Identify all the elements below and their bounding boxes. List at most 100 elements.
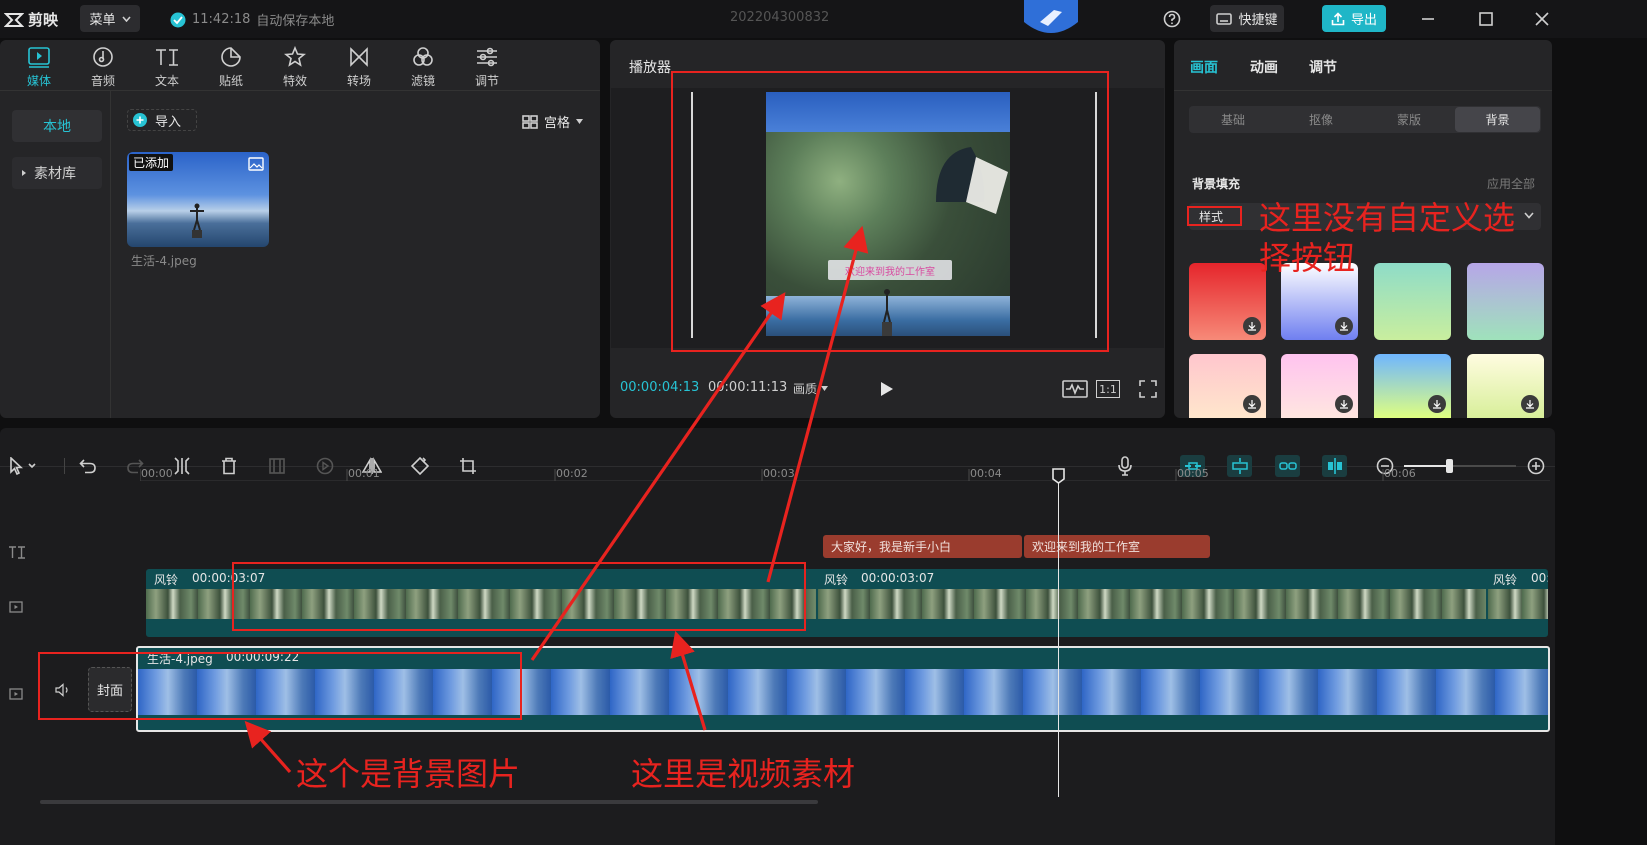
select-tool[interactable] [6,455,40,477]
menu-button[interactable]: 菜单 [80,5,140,32]
annotation-box-player [671,71,1109,352]
text-icon [156,49,178,66]
video-clip-name: 风铃 [154,573,179,587]
close-icon[interactable] [1535,12,1549,26]
tab-text[interactable]: 文本 [139,46,195,94]
check-circle-icon [170,12,186,27]
caret-right-icon [22,170,26,176]
video-clip-duration: 00: [1531,571,1548,585]
download-icon [1340,400,1348,409]
annotation-video-material: 这里是视频素材 [631,755,856,793]
view-mode-button[interactable]: 宫格 [522,112,584,131]
shortcut-button[interactable]: 快捷键 [1210,5,1284,32]
waveform-icon[interactable] [1062,380,1088,398]
chevron-down-icon [121,15,131,22]
video-thumbnails [818,589,1486,619]
filter-icon [413,47,433,66]
tab-text-label: 文本 [154,74,179,88]
tab-media-label: 媒体 [26,74,51,88]
caret-down-icon [821,386,829,391]
video-clip[interactable]: 风铃 00: [1488,569,1548,637]
video-clip-duration: 00:00:03:07 [861,571,935,585]
capcut-logo-icon [4,12,24,27]
subtab-background[interactable]: 背景 [1455,107,1540,132]
keyboard-icon [1216,12,1233,25]
bg-style-tile[interactable] [1281,354,1358,418]
import-button[interactable]: 导入 [127,109,197,131]
tab-effects[interactable]: 特效 [267,46,323,94]
tab-adjust-label: 调节 [474,74,499,88]
player-title: 播放器 [629,60,671,76]
bg-style-tile[interactable] [1467,354,1544,418]
shortcut-label: 快捷键 [1238,13,1278,28]
tab-sticker-label: 贴纸 [218,74,243,88]
side-local-button[interactable]: 本地 [12,110,102,142]
annotation-box-bg [38,652,522,720]
play-icon[interactable] [880,381,894,397]
help-icon[interactable] [1163,10,1181,28]
tab-filter[interactable]: 滤镜 [395,46,451,94]
annotation-no-custom: 这里没有自定义选择按钮 [1259,199,1516,277]
app-logo: 剪映 [4,9,58,30]
plus-circle-icon [133,113,147,127]
tab-audio[interactable]: 音频 [75,46,131,94]
side-library-button[interactable]: 素材库 [12,157,102,189]
video-track-icon [9,601,23,613]
bg-style-tile[interactable] [1374,354,1451,418]
side-library-label: 素材库 [34,166,76,182]
ratio-button[interactable]: 1:1 [1096,380,1120,398]
export-button[interactable]: 导出 [1322,5,1386,32]
tab-effects-label: 特效 [282,74,307,88]
maximize-icon[interactable] [1479,12,1493,26]
tab-media[interactable]: 媒体 [11,46,67,94]
export-icon [1331,11,1345,25]
text-clip[interactable]: 欢迎来到我的工作室 [1024,535,1210,558]
tab-audio-label: 音频 [90,74,115,88]
video-clip[interactable]: 风铃 00:00:03:07 [818,569,1486,637]
subtab-cutout[interactable]: 抠像 [1277,106,1365,133]
annotation-bg-image: 这个是背景图片 [296,755,521,793]
apply-all-button[interactable]: 应用全部 [1487,175,1535,192]
download-badge [1243,395,1261,413]
undo-button[interactable] [77,455,99,477]
subtab-basic[interactable]: 基础 [1189,106,1277,133]
bg-fill-title: 背景填充 [1192,177,1241,191]
playhead-line [1058,482,1059,797]
adjust-icon [477,47,497,67]
added-badge: 已添加 [129,154,174,171]
tab-canvas[interactable]: 画面 [1190,57,1218,77]
menu-label: 菜单 [89,13,116,28]
grid-view-icon [522,114,538,129]
download-icon [1248,322,1256,331]
text-clip[interactable]: 大家好，我是新手小白 [823,535,1022,558]
subtab-mask[interactable]: 蒙版 [1365,106,1453,133]
bg-style-tile[interactable] [1189,263,1266,340]
tab-inspector-adjust[interactable]: 调节 [1309,57,1337,77]
annotation-box-style [1187,206,1242,226]
tab-animation[interactable]: 动画 [1250,57,1278,77]
fullscreen-icon[interactable] [1139,380,1157,398]
autosave-status: 11:42:18 自动保存本地 [170,10,334,29]
minimize-icon[interactable] [1421,12,1435,26]
main-track-icon [9,688,23,700]
tab-sticker[interactable]: 贴纸 [203,46,259,94]
import-label: 导入 [155,114,182,130]
app-name: 剪映 [28,11,59,29]
view-mode-label: 宫格 [544,116,571,131]
download-icon [1248,400,1256,409]
download-icon [1340,322,1348,331]
timeline-scrollbar[interactable] [40,800,818,804]
download-badge [1243,317,1261,335]
image-type-icon [248,157,264,171]
current-time: 00:00:04:13 [620,380,700,395]
tab-transition[interactable]: 转场 [331,46,387,94]
text-track-icon [9,546,25,559]
bg-style-tile[interactable] [1189,354,1266,418]
tab-transition-label: 转场 [346,74,371,88]
tab-adjust[interactable]: 调节 [459,46,515,94]
playhead-handle[interactable] [1052,468,1065,484]
asset-thumbnail[interactable]: 已添加 [127,152,269,247]
quality-dropdown[interactable]: 画质 [793,380,829,397]
download-badge [1335,317,1353,335]
cursor-icon [10,457,36,475]
